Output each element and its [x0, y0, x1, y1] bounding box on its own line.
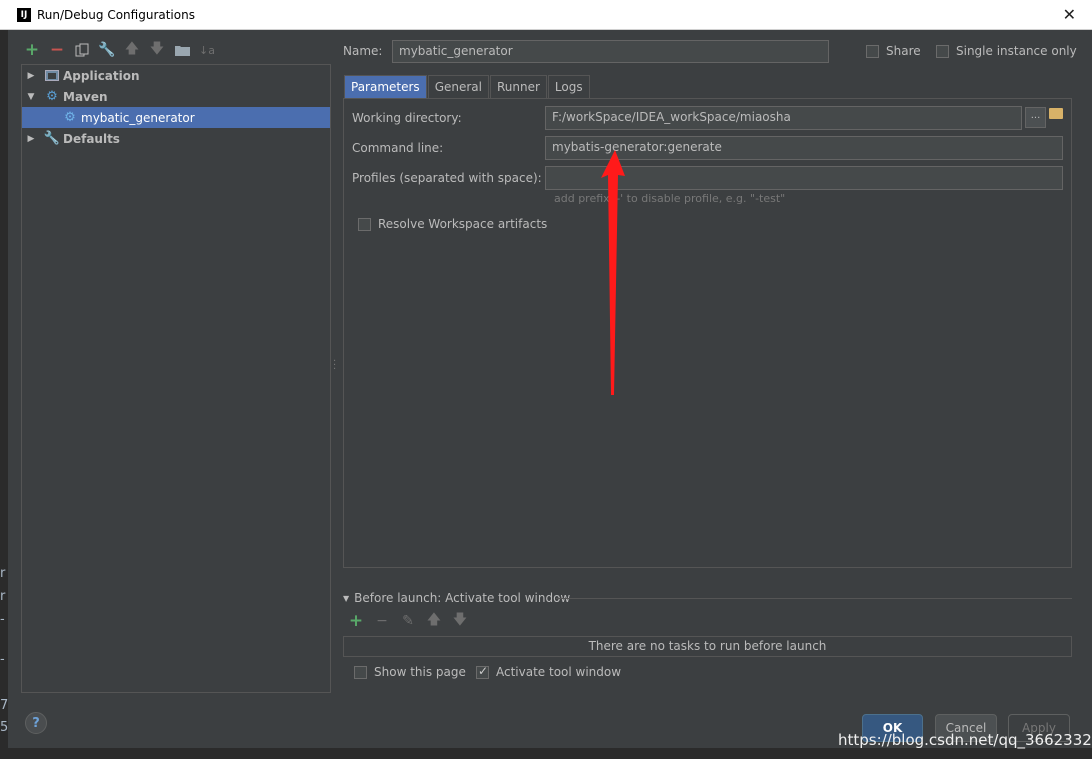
before-launch-toolbar: + − ✎ 🡅 🡇	[348, 611, 468, 631]
show-page-label: Show this page	[374, 665, 466, 679]
watermark-text: https://blog.csdn.net/qq_36623327	[838, 731, 1092, 749]
edit-task-icon[interactable]: ✎	[400, 613, 416, 629]
before-launch-header[interactable]: ▼ Before launch: Activate tool window	[343, 591, 570, 605]
collapse-arrow-icon[interactable]: ▼	[343, 594, 349, 603]
checkbox-box[interactable]	[354, 665, 367, 679]
show-page-checkbox[interactable]: Show this page	[354, 665, 466, 679]
move-up-icon[interactable]: 🡅	[426, 612, 442, 629]
before-launch-task-list: There are no tasks to run before launch	[343, 636, 1072, 657]
move-down-icon[interactable]: 🡇	[452, 612, 468, 629]
divider	[556, 598, 1072, 599]
remove-task-icon[interactable]: −	[374, 613, 390, 629]
add-task-icon[interactable]: +	[348, 611, 364, 631]
activate-tool-window-label: Activate tool window	[496, 665, 622, 679]
before-launch-label: Before launch: Activate tool window	[354, 591, 571, 605]
checkbox-box-checked[interactable]	[476, 664, 489, 679]
activate-tool-window-checkbox[interactable]: Activate tool window	[476, 664, 622, 679]
